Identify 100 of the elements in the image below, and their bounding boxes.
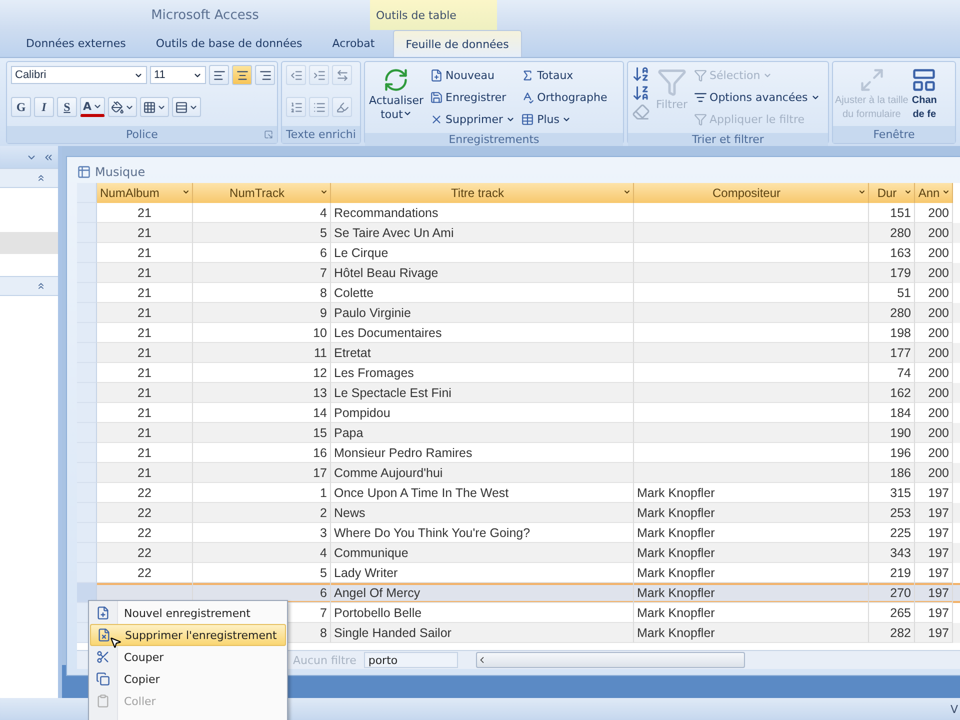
direction-button[interactable] (332, 65, 352, 85)
row-selector[interactable] (77, 543, 97, 563)
column-header[interactable]: Titre track (331, 183, 634, 203)
resize-icon (858, 67, 885, 93)
new-file-icon (96, 606, 110, 620)
filter-icon (694, 69, 707, 82)
ribbon-button[interactable]: Orthographe (521, 87, 608, 108)
select-all-corner[interactable] (77, 183, 97, 203)
align-button[interactable] (255, 65, 275, 85)
bullet-list-button[interactable] (309, 97, 329, 117)
numbered-list-button[interactable] (286, 97, 306, 117)
menu-item[interactable]: Copier (90, 668, 286, 690)
table-row[interactable]: 21 7 Hôtel Beau Rivage 179 200 (77, 263, 960, 283)
ribbon-button[interactable]: Supprimer (430, 109, 516, 130)
search-field[interactable]: porto (364, 652, 458, 668)
caret-icon (623, 188, 631, 196)
row-selector[interactable] (77, 423, 97, 443)
ribbon-tab[interactable]: Feuille de données (392, 30, 522, 57)
ribbon-tab[interactable]: Acrobat (320, 30, 387, 57)
clipboard-icon (96, 694, 110, 708)
column-header[interactable]: Dur (869, 183, 915, 203)
launcher-icon[interactable] (264, 130, 273, 139)
nav-item[interactable] (0, 232, 58, 254)
style-button[interactable]: G (11, 97, 31, 117)
column-header[interactable]: Ann (915, 183, 953, 203)
context-tab-title: Outils de table (376, 8, 456, 22)
row-selector[interactable] (77, 403, 97, 423)
row-selector[interactable] (77, 443, 97, 463)
row-selector[interactable] (77, 243, 97, 263)
ribbon-tab[interactable]: Outils de base de données (144, 30, 314, 57)
row-selector[interactable] (77, 263, 97, 283)
row-selector[interactable] (77, 483, 97, 503)
row-selector[interactable] (77, 363, 97, 383)
sort-ascending-icon[interactable] (632, 65, 650, 83)
ribbon-button[interactable]: Totaux (521, 65, 608, 86)
ribbon-button[interactable]: Options avancées (694, 87, 820, 108)
new-file-icon (430, 69, 443, 82)
ribbon-button[interactable]: Chan de fe (911, 65, 938, 121)
highlight-button[interactable] (332, 97, 352, 117)
caret-icon (182, 188, 190, 196)
font-color-button[interactable]: A (80, 97, 105, 117)
scissors-icon (96, 650, 110, 664)
fill-color-button[interactable] (108, 97, 137, 117)
column-header[interactable]: NumTrack (193, 183, 331, 203)
refresh-button[interactable]: Actualiser tout (369, 65, 424, 121)
row-selector[interactable] (77, 463, 97, 483)
document-title: Musique (95, 165, 146, 179)
filter-icon (694, 113, 707, 126)
style-button[interactable]: S (57, 97, 77, 117)
row-selector[interactable] (77, 383, 97, 403)
font-combo[interactable]: Calibri (11, 66, 147, 84)
gridline-button[interactable] (172, 97, 201, 117)
ribbon-button[interactable]: Nouveau (430, 65, 516, 86)
align-button[interactable] (232, 65, 252, 85)
menu-item[interactable]: Supprimer l'enregistrement (90, 624, 286, 646)
ribbon-button[interactable]: Enregistrer (430, 87, 516, 108)
row-selector[interactable] (77, 503, 97, 523)
arrows-icon (336, 68, 348, 82)
table-row[interactable]: 22 4 Communique Mark Knopfler 343 197 (77, 543, 960, 563)
row-selector[interactable] (77, 523, 97, 543)
menu-item[interactable]: Couper (90, 646, 286, 668)
row-selector[interactable] (77, 583, 97, 603)
row-selector[interactable] (77, 563, 97, 583)
table-row[interactable]: 21 5 Se Taire Avec Un Ami 280 200 (77, 223, 960, 243)
column-header[interactable]: NumAlbum (97, 183, 193, 203)
table-row[interactable]: 22 2 News Mark Knopfler 253 197 (77, 503, 960, 523)
collapse-icon[interactable] (36, 173, 46, 183)
indent-button[interactable] (309, 65, 329, 85)
rows-icon (174, 100, 188, 114)
window-icon (911, 67, 938, 93)
collapse-icon[interactable] (36, 281, 46, 291)
table-row[interactable]: 21 9 Paulo Virginie 280 200 (77, 303, 960, 323)
grid-button[interactable] (140, 97, 169, 117)
sort-descending-icon[interactable] (632, 84, 650, 102)
table-row[interactable]: 21 17 Comme Aujourd'hui 186 200 (77, 463, 960, 483)
group-label: Enregistrements (448, 133, 540, 146)
align-button[interactable] (209, 65, 229, 85)
row-selector[interactable] (77, 223, 97, 243)
highlighter-icon (336, 100, 348, 114)
row-selector[interactable] (77, 343, 97, 363)
row-selector[interactable] (77, 203, 97, 223)
horizontal-scrollbar[interactable] (476, 652, 746, 668)
table-cell: 197 (915, 623, 953, 643)
row-selector[interactable] (77, 283, 97, 303)
row-selector[interactable] (77, 303, 97, 323)
delete-file-icon (97, 628, 111, 642)
column-header[interactable]: Compositeur (634, 183, 869, 203)
style-button[interactable]: I (34, 97, 54, 117)
size-combo[interactable]: 11 (150, 66, 206, 84)
ribbon-button[interactable]: Plus (521, 109, 608, 130)
group-label: Texte enrichi (286, 128, 356, 141)
table-row[interactable]: 21 15 Papa 190 200 (77, 423, 960, 443)
outdent-button[interactable] (286, 65, 306, 85)
row-selector[interactable] (77, 323, 97, 343)
ribbon-tab[interactable]: Données externes (14, 30, 138, 57)
collapse-icon[interactable] (43, 152, 54, 162)
table-row[interactable]: 21 13 Le Spectacle Est Fini 162 200 (77, 383, 960, 403)
refresh-icon (383, 67, 410, 93)
table-row[interactable]: 6 Angel Of Mercy Mark Knopfler 270 197 (77, 583, 960, 603)
table-row[interactable]: 21 11 Etretat 177 200 (77, 343, 960, 363)
